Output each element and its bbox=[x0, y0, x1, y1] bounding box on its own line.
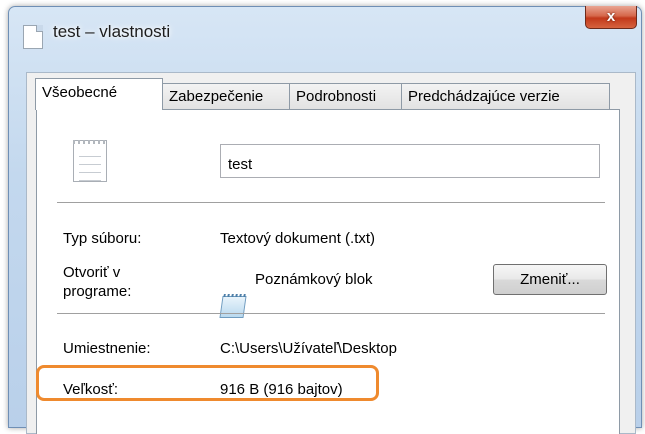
notepad-icon bbox=[219, 296, 247, 318]
file-type-value: Textový dokument (.txt) bbox=[220, 230, 376, 247]
text-file-icon bbox=[23, 25, 43, 49]
size-highlight-frame bbox=[36, 365, 379, 401]
text-file-icon bbox=[73, 140, 107, 182]
tab-details[interactable]: Podrobnosti bbox=[289, 83, 402, 109]
tab-bar: Všeobecné Zabezpečenie Podrobnosti Predc… bbox=[27, 73, 635, 110]
tab-general[interactable]: Všeobecné bbox=[35, 78, 163, 110]
tab-previous-versions[interactable]: Predchádzajúce verzie bbox=[401, 83, 610, 109]
tab-security[interactable]: Zabezpečenie bbox=[162, 83, 290, 109]
opens-with-value: Poznámkový blok bbox=[255, 271, 373, 288]
opens-with-label-line2: programe: bbox=[63, 283, 132, 300]
file-type-label: Typ súboru: bbox=[63, 230, 142, 247]
window-title: test – vlastnosti bbox=[53, 22, 171, 41]
opens-with-label-line1: Otvoriť v bbox=[63, 264, 121, 281]
location-value: C:\Users\Užívateľ\Desktop bbox=[220, 340, 397, 357]
location-label: Umiestnenie: bbox=[63, 340, 151, 357]
separator bbox=[57, 313, 605, 314]
separator bbox=[57, 202, 605, 203]
change-button[interactable]: Zmeniť... bbox=[493, 264, 607, 295]
close-button[interactable]: x bbox=[585, 6, 637, 29]
file-name-field[interactable] bbox=[220, 144, 600, 178]
title-bar[interactable]: test – vlastnosti x bbox=[9, 6, 641, 59]
